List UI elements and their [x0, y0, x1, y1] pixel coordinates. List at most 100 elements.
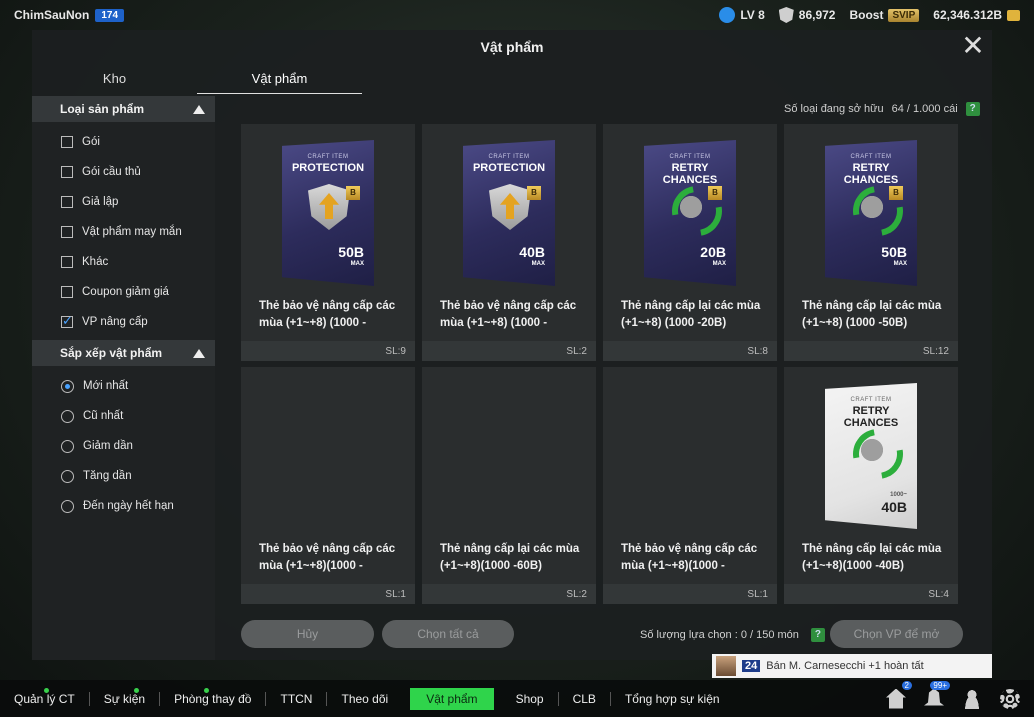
filter-option-label: Khác	[82, 256, 109, 268]
checkbox[interactable]	[61, 286, 73, 298]
product-type-list: Gói Gói cầu thủ Giả lập Vật phẩm may mắn Khá…	[32, 122, 215, 340]
item-card[interactable]: CRAFT ITEM RETRY CHANCES 1000~ 40B Thẻ nâng …	[784, 367, 958, 604]
grade-badge: B	[527, 186, 541, 200]
sort-option[interactable]: Tăng dần	[32, 461, 215, 491]
tab-vat-pham[interactable]: Vật phẩm	[197, 66, 362, 94]
nav-item[interactable]: TTCN	[266, 680, 326, 717]
sort-header[interactable]: Sắp xếp vật phẩm	[32, 340, 215, 366]
filter-option[interactable]: VP nâng cấp	[32, 307, 215, 337]
player-avatar	[716, 656, 736, 676]
radio-button[interactable]	[61, 499, 74, 513]
filter-option-label: Gói	[82, 136, 100, 148]
filter-sidebar: Loại sản phẩm Gói Gói cầu thủ Giả lập Vật p…	[32, 96, 215, 660]
sort-option[interactable]: Mới nhất	[32, 371, 215, 401]
item-name: Thẻ bảo vệ nâng cấp các mùa (+1~+8)(1000…	[621, 543, 758, 572]
filter-option-label: Gói cầu thủ	[82, 166, 141, 178]
filter-option[interactable]: Gói	[32, 127, 215, 157]
sort-option-label: Tăng dần	[83, 470, 132, 482]
collapse-icon[interactable]	[193, 104, 205, 114]
close-icon[interactable]: ✕	[960, 32, 986, 60]
item-quantity: SL:12	[922, 346, 949, 357]
checkbox[interactable]	[61, 226, 73, 238]
card-value: 50B MAX	[881, 245, 907, 270]
nav-item[interactable]: Theo dõi	[327, 680, 402, 717]
item-quantity: SL:4	[928, 589, 949, 600]
open-selected-button[interactable]: Chọn VP để mở	[830, 620, 963, 648]
retry-arrows-icon	[851, 184, 893, 230]
item-card[interactable]: Thẻ bảo vệ nâng cấp các mùa (+1~+8)(1000…	[241, 367, 415, 604]
gear-icon[interactable]	[1000, 688, 1020, 709]
nav-item[interactable]: Sự kiện	[90, 680, 159, 717]
card-value-number: 40B	[881, 499, 907, 515]
checkbox[interactable]	[61, 166, 73, 178]
checkbox[interactable]	[61, 256, 73, 268]
bp-value: 62,346.312B	[933, 8, 1002, 22]
currency-icon	[778, 7, 794, 23]
notification-text: Bán M. Carnesecchi +1 hoàn tất	[766, 660, 924, 672]
item-card[interactable]: CRAFT ITEM PROTECTION B 50B MAX Thẻ bảo vệ nâ…	[241, 124, 415, 361]
item-card[interactable]: CRAFT ITEM RETRY CHANCES B 20B MAX Thẻ nâng c…	[603, 124, 777, 361]
filter-option[interactable]: Coupon giảm giá	[32, 277, 215, 307]
filter-option[interactable]: Vật phẩm may mắn	[32, 217, 215, 247]
help-icon[interactable]: ?	[810, 628, 825, 642]
card-value: 50B MAX	[338, 245, 364, 270]
item-card-image: CRAFT ITEM RETRY CHANCES B 50B MAX	[825, 140, 917, 286]
checkbox[interactable]	[61, 136, 73, 148]
item-card[interactable]: Thẻ bảo vệ nâng cấp các mùa (+1~+8)(1000…	[603, 367, 777, 604]
item-name: Thẻ bảo vệ nâng cấp các mùa (+1~+8) (100…	[440, 300, 577, 329]
item-quantity: SL:1	[747, 589, 768, 600]
item-card[interactable]: CRAFT ITEM RETRY CHANCES B 50B MAX Thẻ nâng c…	[784, 124, 958, 361]
item-name: Thẻ nâng cấp lại các mùa (+1~+8) (1000 -…	[621, 300, 761, 329]
nav-item[interactable]: CLB	[559, 680, 610, 717]
radio-button[interactable]	[61, 469, 74, 483]
boost-stat[interactable]: Boost SVIP	[849, 8, 920, 22]
sort-option[interactable]: Đến ngày hết hạn	[32, 491, 215, 521]
bell-icon-wrap[interactable]: 99+	[924, 680, 950, 709]
item-name: Thẻ nâng cấp lại các mùa (+1~+8)(1000 -4…	[802, 543, 942, 572]
radio-button[interactable]	[61, 409, 74, 423]
nav-item[interactable]: Vật phẩm	[410, 687, 494, 710]
bell-icon[interactable]	[924, 688, 944, 706]
select-all-button[interactable]: Chọn tất cả	[382, 620, 514, 648]
notification-toast[interactable]: 24 Bán M. Carnesecchi +1 hoàn tất	[712, 654, 992, 678]
checkbox[interactable]	[61, 196, 73, 208]
card-title: RETRY CHANCES	[662, 162, 718, 186]
home-icon[interactable]	[886, 688, 906, 709]
filter-option[interactable]: Gói cầu thủ	[32, 157, 215, 187]
owned-count: Số loại đang sở hữu 64 / 1.000 cái ?	[784, 102, 980, 116]
nav-item[interactable]: Tổng hợp sự kiện	[611, 680, 734, 717]
cancel-button[interactable]: Hủy	[241, 620, 374, 648]
profile-icon[interactable]	[962, 688, 982, 709]
sort-option[interactable]: Cũ nhất	[32, 401, 215, 431]
radio-button[interactable]	[61, 439, 74, 453]
card-value: 1000~ 40B	[881, 489, 907, 515]
user-level-badge: 174	[95, 8, 125, 22]
item-card[interactable]: Thẻ nâng cấp lại các mùa (+1~+8)(1000 -6…	[422, 367, 596, 604]
item-quantity: SL:1	[385, 589, 406, 600]
help-icon[interactable]: ?	[965, 102, 980, 116]
level-icon	[719, 7, 736, 23]
modal-tabs: Kho Vật phẩm	[32, 66, 362, 94]
filter-option[interactable]: Giả lập	[32, 187, 215, 217]
home-icon-wrap[interactable]: 2	[886, 680, 912, 709]
item-card[interactable]: CRAFT ITEM PROTECTION B 40B MAX Thẻ bảo vệ nâ…	[422, 124, 596, 361]
tab-kho[interactable]: Kho	[32, 66, 197, 94]
selected-count-label: Số lượng lựa chọn : 0 / 150 món	[640, 629, 799, 641]
nav-item[interactable]: Phòng thay đồ	[160, 680, 265, 717]
collapse-icon[interactable]	[193, 348, 205, 358]
currency-value: 86,972	[798, 8, 836, 22]
checkbox[interactable]	[61, 313, 73, 329]
product-type-title: Loại sản phẩm	[60, 102, 145, 116]
retry-arrows-icon	[670, 184, 712, 230]
filter-option[interactable]: Khác	[32, 247, 215, 277]
item-card-image: CRAFT ITEM RETRY CHANCES 1000~ 40B	[825, 383, 917, 529]
card-category: CRAFT ITEM	[488, 154, 530, 160]
nav-item[interactable]: Shop	[502, 680, 558, 717]
currency-stat: 86,972	[778, 7, 836, 23]
selected-count: Số lượng lựa chọn : 0 / 150 món ?	[640, 628, 825, 642]
sort-option[interactable]: Giảm dần	[32, 431, 215, 461]
radio-button[interactable]	[61, 379, 74, 393]
nav-item[interactable]: Quản lý CT	[0, 680, 89, 717]
product-type-header[interactable]: Loại sản phẩm	[32, 96, 215, 122]
grade-badge: B	[889, 186, 903, 200]
